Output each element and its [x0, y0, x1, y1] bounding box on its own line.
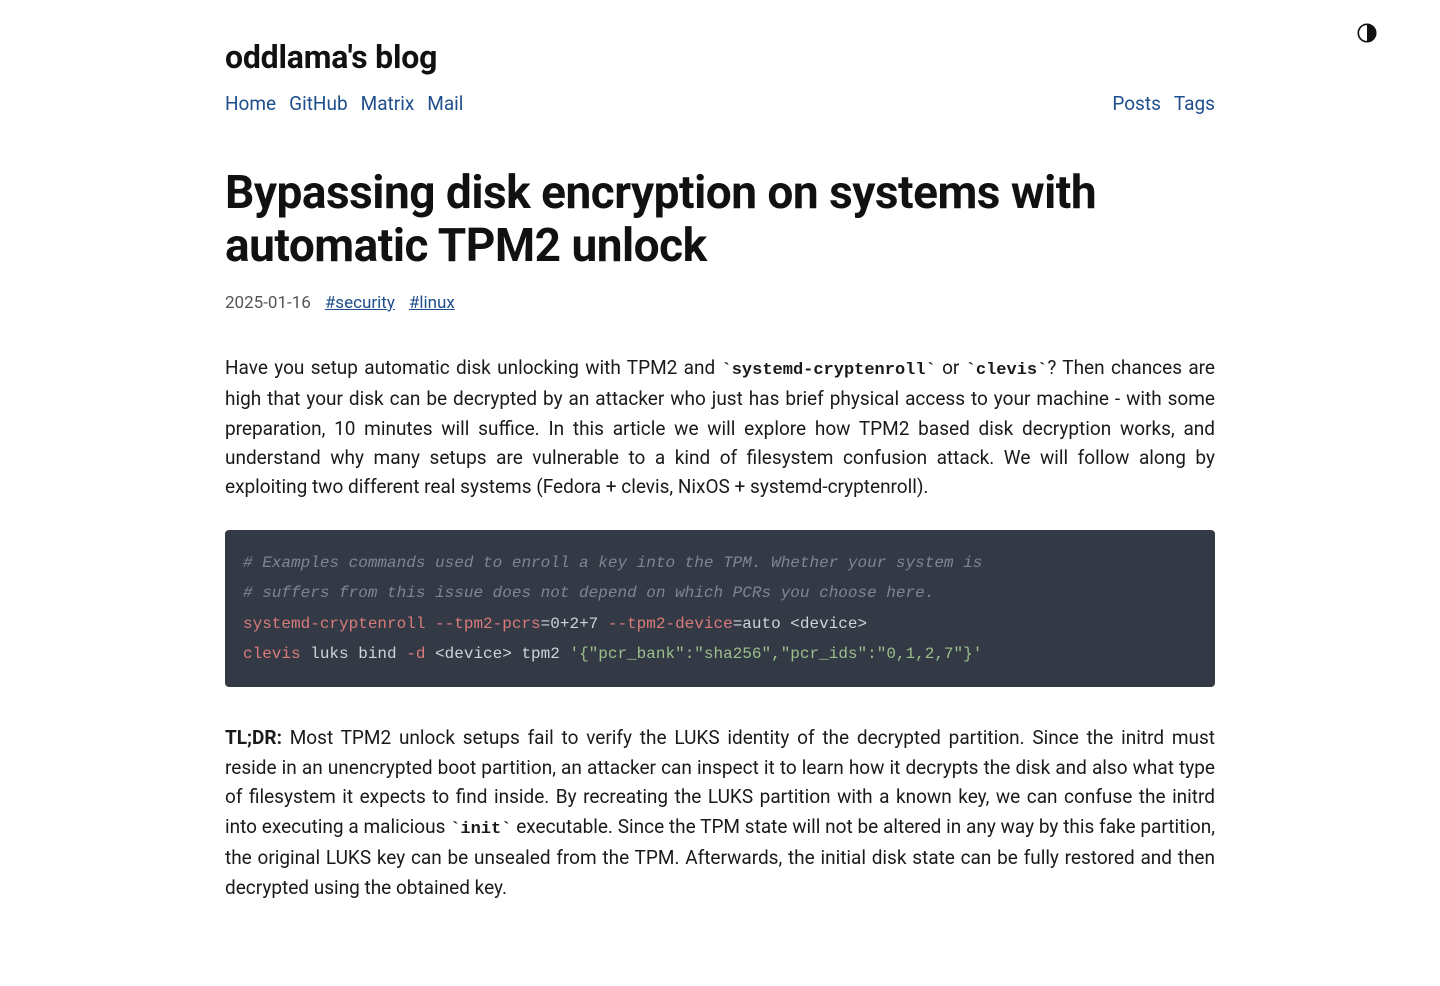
inline-code-clevis: `clevis`: [966, 361, 1048, 380]
nav-matrix[interactable]: Matrix: [361, 92, 415, 115]
tldr-paragraph: TL;DR: Most TPM2 unlock setups fail to v…: [225, 723, 1215, 902]
intro-paragraph: Have you setup automatic disk unlocking …: [225, 353, 1215, 502]
code-l1-flag2: --tpm2-device: [598, 615, 732, 633]
nav-tags[interactable]: Tags: [1174, 92, 1215, 115]
code-l1-eq1: =0+2+7: [541, 615, 599, 633]
intro-text-2: or: [936, 356, 966, 379]
nav-github[interactable]: GitHub: [289, 92, 347, 115]
code-l2-plain2: <device> tpm2: [425, 645, 569, 663]
tag-linux[interactable]: #linux: [409, 293, 455, 313]
code-l2-cmd: clevis: [243, 645, 301, 663]
code-l2-plain1: luks bind: [301, 645, 407, 663]
theme-toggle-button[interactable]: [1356, 22, 1378, 44]
code-l1-cmd: systemd-cryptenroll: [243, 615, 425, 633]
site-title[interactable]: oddlama's blog: [225, 38, 1215, 76]
inline-code-init: `init`: [450, 820, 511, 839]
inline-code-cryptenroll: `systemd-cryptenroll`: [722, 361, 936, 380]
code-l1-eq2: =auto <device>: [733, 615, 867, 633]
tag-security[interactable]: #security: [325, 293, 395, 313]
nav-bar: Home GitHub Matrix Mail Posts Tags: [225, 92, 1215, 115]
post-date: 2025-01-16: [225, 293, 311, 313]
nav-mail[interactable]: Mail: [427, 92, 463, 115]
nav-home[interactable]: Home: [225, 92, 276, 115]
post-meta: 2025-01-16 #security #linux: [225, 293, 1215, 313]
intro-text-1: Have you setup automatic disk unlocking …: [225, 356, 722, 379]
code-comment-2: # suffers from this issue does not depen…: [243, 584, 934, 602]
nav-posts[interactable]: Posts: [1112, 92, 1161, 115]
tldr-label: TL;DR:: [225, 726, 282, 749]
contrast-icon: [1356, 22, 1378, 44]
code-comment-1: # Examples commands used to enroll a key…: [243, 554, 982, 572]
code-l2-flag1: -d: [406, 645, 425, 663]
code-l2-string: '{"pcr_bank":"sha256","pcr_ids":"0,1,2,7…: [569, 645, 982, 663]
code-block-enroll: # Examples commands used to enroll a key…: [225, 530, 1215, 688]
post-title: Bypassing disk encryption on systems wit…: [225, 167, 1215, 273]
code-l1-flag1: --tpm2-pcrs: [425, 615, 540, 633]
